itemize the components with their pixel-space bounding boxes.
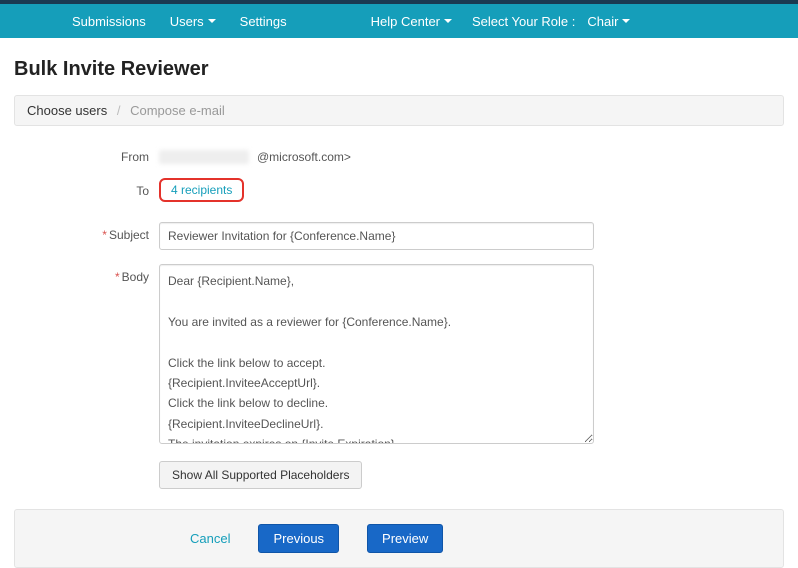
caret-icon bbox=[444, 19, 452, 23]
nav-help-center-label: Help Center bbox=[371, 14, 440, 29]
subject-input[interactable] bbox=[159, 222, 594, 250]
nav-help-center[interactable]: Help Center bbox=[359, 4, 464, 38]
from-label: From bbox=[14, 144, 159, 164]
role-value: Chair bbox=[587, 14, 618, 29]
page-title: Bulk Invite Reviewer bbox=[14, 58, 784, 81]
from-email-suffix: @microsoft.com> bbox=[257, 150, 351, 164]
recipients-link[interactable]: 4 recipients bbox=[159, 178, 244, 202]
show-placeholders-button[interactable]: Show All Supported Placeholders bbox=[159, 461, 362, 489]
role-label: Select Your Role : bbox=[464, 4, 583, 38]
body-label: *Body bbox=[14, 264, 159, 284]
previous-button[interactable]: Previous bbox=[258, 524, 339, 553]
caret-icon bbox=[622, 19, 630, 23]
nav-submissions[interactable]: Submissions bbox=[60, 4, 158, 38]
breadcrumb-separator: / bbox=[117, 103, 121, 118]
from-value: @microsoft.com> bbox=[159, 144, 351, 164]
body-textarea[interactable] bbox=[159, 264, 594, 444]
breadcrumb-step2: Compose e-mail bbox=[130, 103, 225, 118]
subject-label: *Subject bbox=[14, 222, 159, 242]
caret-icon bbox=[208, 19, 216, 23]
role-selector[interactable]: Chair bbox=[583, 4, 642, 38]
required-star: * bbox=[102, 228, 107, 242]
breadcrumb: Choose users / Compose e-mail bbox=[14, 95, 784, 126]
navbar: Submissions Users Settings Help Center S… bbox=[0, 4, 798, 38]
required-star: * bbox=[115, 270, 120, 284]
nav-settings[interactable]: Settings bbox=[228, 4, 299, 38]
cancel-button[interactable]: Cancel bbox=[190, 531, 230, 546]
from-name-redacted bbox=[159, 150, 249, 164]
breadcrumb-step1: Choose users bbox=[27, 103, 107, 118]
form-actions: Cancel Previous Preview bbox=[14, 509, 784, 568]
nav-users-label: Users bbox=[170, 14, 204, 29]
preview-button[interactable]: Preview bbox=[367, 524, 443, 553]
to-label: To bbox=[14, 178, 159, 198]
nav-users[interactable]: Users bbox=[158, 4, 228, 38]
